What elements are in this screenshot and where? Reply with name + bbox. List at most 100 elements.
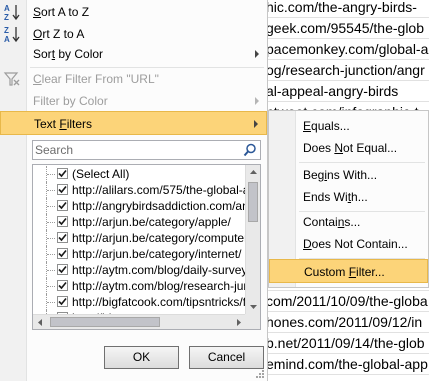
filter-value-label: http://bigfatcook.com/tipsntricks/foo (72, 295, 248, 309)
sort-a-to-z-item[interactable]: A Z Sort A to Z (0, 0, 267, 24)
vertical-scroll-thumb[interactable] (248, 182, 258, 222)
tree-line (46, 294, 55, 310)
sort-by-color-item[interactable]: Sort by Color (0, 42, 267, 66)
tree-line (46, 230, 55, 246)
checkmark-icon (58, 249, 67, 258)
tree-line (46, 262, 55, 278)
begins-with-label: Begins With... (303, 168, 378, 182)
checkbox[interactable] (57, 248, 68, 259)
filter-value-label: http://arjun.be/category/apple/ (72, 215, 231, 229)
scroll-up-icon[interactable] (246, 165, 261, 180)
scroll-down-icon[interactable] (246, 299, 261, 314)
filter-value-item[interactable]: http://aytm.com/blog/daily-survey-re (43, 262, 248, 278)
filter-values-list: (Select All) http://alilars.com/575/the-g… (32, 164, 261, 330)
checkmark-icon (58, 265, 67, 274)
does-not-equal-item[interactable]: Does Not Equal... (269, 136, 428, 160)
filter-value-label: (Select All) (72, 167, 130, 181)
sort-a-to-z-label: Sort A to Z (33, 5, 90, 19)
filter-value-item[interactable]: http://arjun.be/category/computers/ (43, 230, 248, 246)
sheet-cell[interactable]: com/2011/10/09/the-globa (262, 291, 429, 312)
sort-ascending-icon: A Z (4, 4, 20, 21)
svg-text:Z: Z (4, 26, 9, 35)
sheet-cell[interactable]: og/research-junction/angr (262, 60, 429, 81)
custom-filter-label: Custom Filter... (304, 265, 385, 279)
search-icon (243, 143, 256, 157)
submenu-arrow-icon (255, 97, 259, 105)
checkbox[interactable] (57, 184, 68, 195)
svg-text:A: A (4, 4, 10, 13)
clear-filter-icon (3, 72, 20, 86)
select-all-item[interactable]: (Select All) (43, 166, 248, 182)
checkmark-icon (58, 185, 67, 194)
vertical-scrollbar[interactable] (245, 165, 260, 314)
does-not-equal-label: Does Not Equal... (303, 141, 398, 155)
checkbox[interactable] (57, 216, 68, 227)
sheet-cell[interactable]: b.net/2011/09/14/the-glob (262, 333, 429, 354)
text-filters-item[interactable]: Text Filters (0, 111, 267, 135)
horizontal-scrollbar[interactable] (33, 314, 246, 329)
checkmark-icon (58, 233, 67, 242)
checkbox[interactable] (57, 280, 68, 291)
scroll-right-icon[interactable] (231, 315, 246, 330)
svg-text:Z: Z (4, 13, 9, 21)
checkbox[interactable] (57, 200, 68, 211)
tree-line (46, 278, 55, 294)
filter-value-label: http://aytm.com/blog/research-junct (72, 279, 248, 293)
checkmark-icon (58, 281, 67, 290)
filter-value-label: http://arjun.be/category/internet/ (72, 247, 242, 261)
filter-value-item[interactable]: http://alilars.com/575/the-global-appe (43, 182, 248, 198)
checkbox[interactable] (57, 296, 68, 307)
sheet-cell[interactable]: geek.com/95545/the-glob (262, 18, 429, 39)
sort-by-color-label: Sort by Color (33, 47, 104, 61)
horizontal-scroll-thumb[interactable] (50, 317, 160, 327)
filter-value-item[interactable]: http://angrybirdsaddiction.com/angr (43, 198, 248, 214)
search-input[interactable] (35, 142, 230, 158)
filter-value-label: http://angrybirdsaddiction.com/angr (72, 199, 248, 213)
filter-value-label: http://alilars.com/575/the-global-appe (72, 183, 248, 197)
begins-with-item[interactable]: Begins With... (269, 163, 428, 187)
sort-descending-icon: Z A (4, 26, 20, 43)
checkbox[interactable] (57, 168, 68, 179)
filter-value-item[interactable]: http://bigfatcook.com/tipsntricks/foo (43, 294, 248, 310)
ends-with-item[interactable]: Ends With... (269, 185, 428, 209)
scroll-left-icon[interactable] (33, 315, 48, 330)
sheet-cell[interactable]: hones.com/2011/09/12/in (262, 312, 429, 333)
equals-label: Equals... (303, 119, 350, 133)
cancel-button[interactable]: Cancel (189, 346, 264, 369)
search-box[interactable] (32, 140, 261, 160)
scroll-corner (245, 314, 260, 329)
filter-value-item[interactable]: http://arjun.be/category/internet/ (43, 246, 248, 262)
autofilter-dropdown: A Z Sort A to Z Z A Ort Z to A Sort by C… (0, 0, 268, 381)
contains-label: Contains... (303, 215, 361, 229)
filter-by-color-item: Filter by Color (0, 89, 267, 113)
tree-line (46, 198, 55, 214)
checkmark-icon (58, 297, 67, 306)
checkmark-icon (58, 169, 67, 178)
does-not-contain-item[interactable]: Does Not Contain... (269, 232, 428, 256)
checkbox[interactable] (57, 232, 68, 243)
filter-value-label: http://aytm.com/blog/daily-survey-re (72, 263, 248, 277)
equals-item[interactable]: Equals... (269, 114, 428, 138)
clear-filter-item: Clear Filter From "URL" (0, 67, 267, 91)
filter-value-item[interactable]: http://arjun.be/category/apple/ (43, 214, 248, 230)
checkbox[interactable] (57, 264, 68, 275)
tree-line (46, 214, 55, 230)
resize-grip-icon[interactable] (255, 369, 265, 379)
sheet-cell[interactable]: pacemonkey.com/global-a (262, 39, 429, 60)
submenu-arrow-icon (255, 50, 259, 58)
submenu-arrow-icon (254, 120, 258, 128)
clear-filter-label: Clear Filter From "URL" (33, 72, 159, 86)
sheet-cell[interactable]: al-appeal-angry-birds (262, 81, 429, 102)
sheet-cell[interactable]: emind.com/the-global-app (262, 354, 429, 375)
ok-button[interactable]: OK (104, 346, 179, 369)
filter-by-color-label: Filter by Color (33, 94, 108, 108)
contains-item[interactable]: Contains... (269, 210, 428, 234)
filter-value-item[interactable]: http://aytm.com/blog/research-junct (43, 278, 248, 294)
text-filters-label: Text Filters (34, 117, 93, 131)
sheet-cell[interactable]: hic.com/the-angry-birds- (262, 0, 429, 18)
tree-line (46, 166, 55, 182)
tree-line (46, 182, 55, 198)
custom-filter-item[interactable]: Custom Filter... (269, 259, 428, 283)
tree-line (46, 246, 55, 262)
text-filters-submenu: Equals... Does Not Equal... Begins With.… (268, 110, 429, 288)
